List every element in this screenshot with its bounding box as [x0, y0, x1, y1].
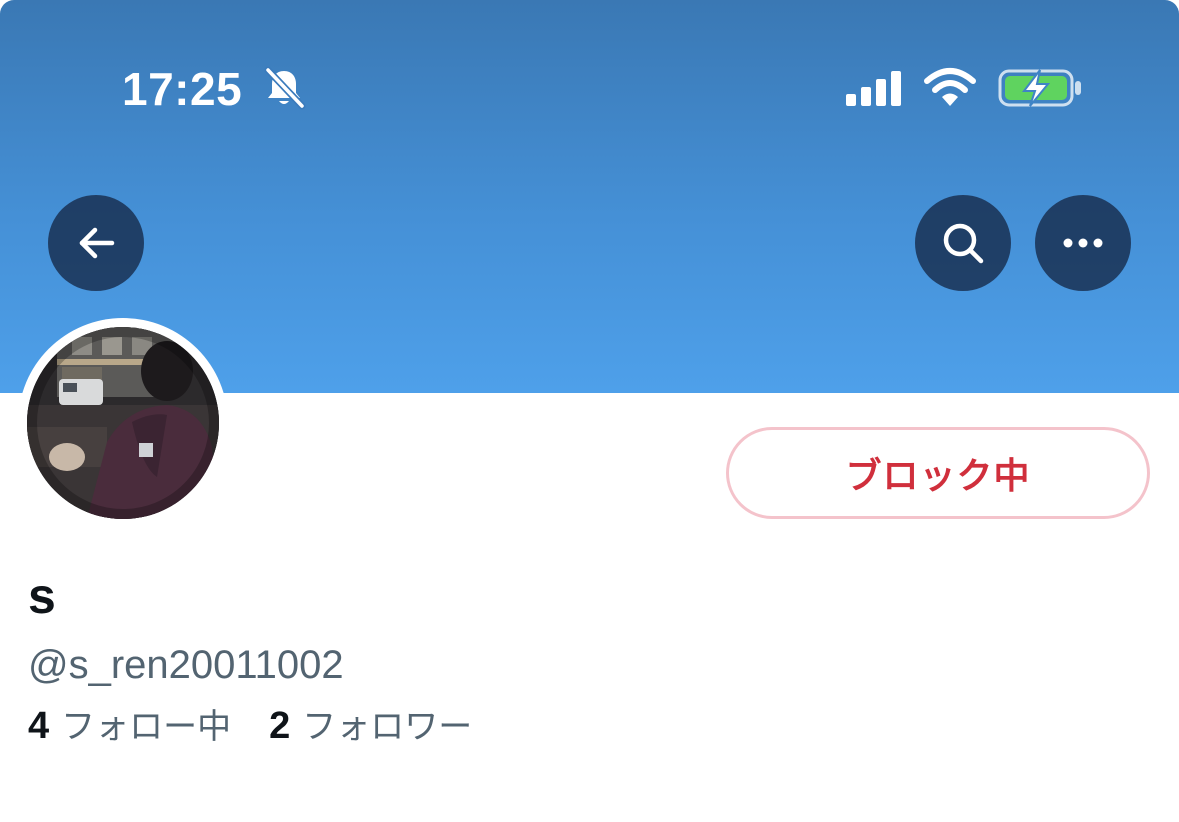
bell-muted-icon: [264, 66, 306, 110]
more-button[interactable]: [1035, 195, 1131, 291]
blocked-button-label: ブロック中: [845, 456, 1031, 497]
profile-screen: 17:25 ブロック中 s @s_ren20011002 4 フォロー中 2 フ…: [0, 0, 1179, 822]
search-button[interactable]: [915, 195, 1011, 291]
user-handle: @s_ren20011002: [28, 643, 344, 687]
more-icon: [1063, 238, 1103, 248]
followers-label: フォロワー: [302, 707, 473, 747]
avatar[interactable]: [27, 327, 219, 519]
status-time: 17:25: [122, 63, 243, 115]
following-count: 4: [28, 705, 50, 747]
avatar-photo: [27, 327, 219, 519]
followers-link[interactable]: 2 フォロワー: [269, 702, 472, 751]
following-link[interactable]: 4 フォロー中: [28, 702, 231, 751]
battery-charging-icon: [998, 69, 1081, 107]
followers-count: 2: [269, 705, 291, 747]
back-arrow-icon: [79, 227, 115, 259]
search-icon: [943, 223, 984, 264]
following-label: フォロー中: [61, 707, 232, 747]
display-name: s: [28, 568, 56, 624]
back-button[interactable]: [48, 195, 144, 291]
blocked-button[interactable]: ブロック中: [726, 427, 1150, 519]
follow-stats: 4 フォロー中 2 フォロワー: [28, 702, 510, 751]
wifi-icon: [924, 68, 976, 106]
signal-icon: [846, 71, 901, 106]
